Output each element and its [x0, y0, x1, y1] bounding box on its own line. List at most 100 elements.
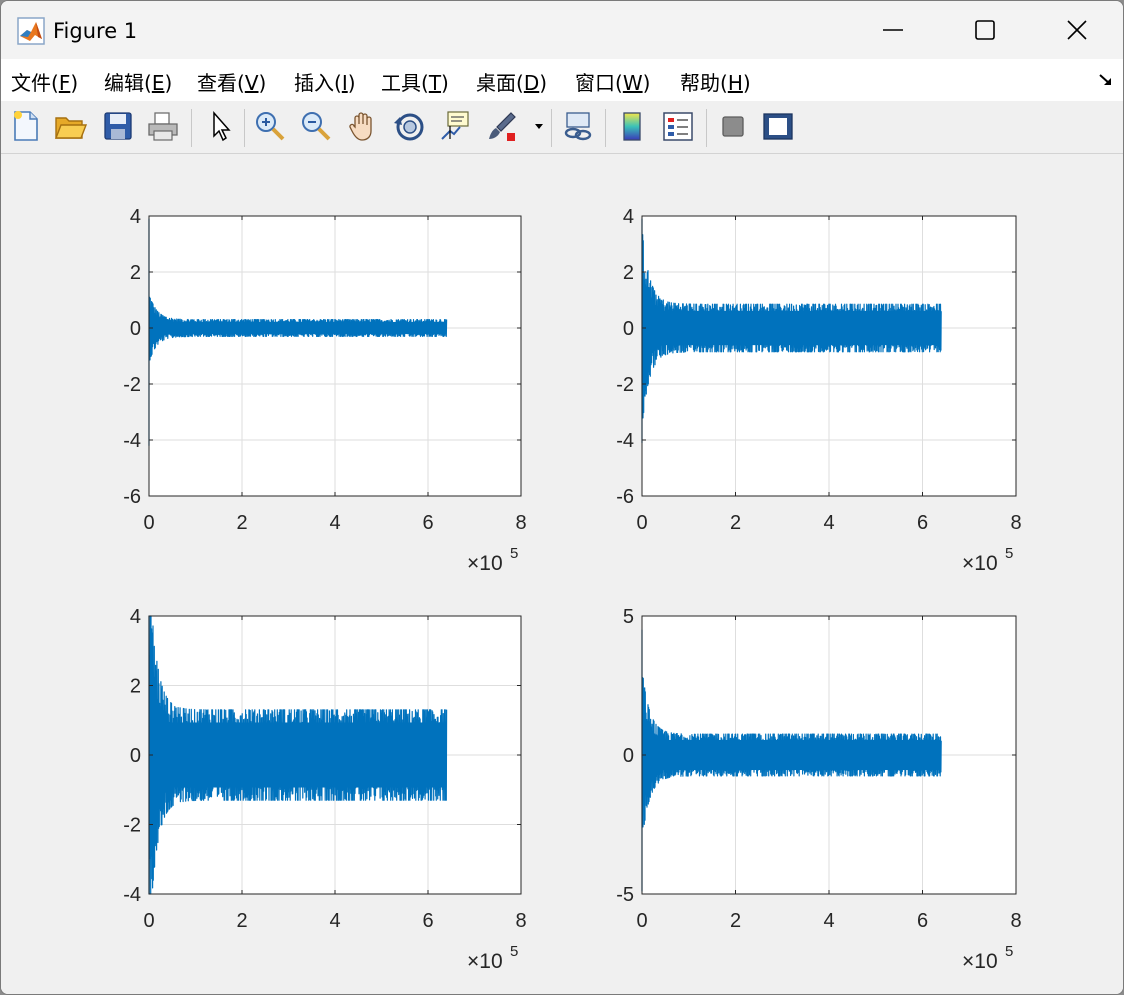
signal-band: [650, 310, 942, 346]
new-figure-button[interactable]: [9, 109, 43, 143]
menu-accelerator: D: [523, 71, 540, 95]
x-tick-label: 6: [422, 910, 433, 932]
menu-label: 编辑(: [104, 71, 152, 95]
figure-canvas[interactable]: 0 2 4 6 8 4 2 0 -2 -4 -6 ×10 5 0 2 4 6 8 4 2 0 -2 -4 -6 ×10 5 0 2 4 6…: [1, 154, 1123, 994]
x-tick-label: 6: [917, 512, 928, 534]
x-tick-label: 8: [1010, 512, 1021, 534]
pan-button[interactable]: [346, 109, 380, 143]
subplot-top-right[interactable]: 0 2 4 6 8 4 2 0 -2 -4 -6 ×10 5: [616, 206, 1021, 575]
save-button[interactable]: [101, 109, 135, 143]
x-tick-label: 4: [823, 910, 834, 932]
x-tick-label: 0: [143, 512, 154, 534]
menu-edit[interactable]: 编辑(E): [104, 67, 172, 96]
print-button[interactable]: [146, 109, 180, 143]
zoom-in-icon: [256, 112, 285, 141]
zoom-in-button[interactable]: [253, 109, 287, 143]
title-bar[interactable]: Figure 1: [1, 1, 1123, 59]
figure-toolbar: [1, 101, 1123, 154]
y-tick-label: -2: [616, 374, 634, 396]
x-tick-label: 0: [636, 512, 647, 534]
y-tick-label: 4: [130, 206, 141, 228]
y-tick-label: -6: [616, 486, 634, 508]
x-exponent-power: 5: [510, 943, 518, 960]
x-tick-label: 0: [143, 910, 154, 932]
toolbar-separator: [706, 109, 707, 147]
x-tick-label: 4: [823, 512, 834, 534]
toolbar-separator: [191, 109, 192, 147]
y-tick-label: -5: [616, 884, 634, 906]
toolbar-separator: [605, 109, 606, 147]
show-plot-tools-button[interactable]: [761, 109, 795, 143]
subplot-bottom-left[interactable]: 0 2 4 6 8 4 2 0 -2 -4 ×10 5: [123, 606, 526, 973]
menu-file[interactable]: 文件(F): [11, 67, 78, 96]
figure-window: Figure 1 文件(F) 编辑(E) 查看(V) 插入(I) 工具(T) 桌…: [0, 0, 1124, 995]
signal-band: [650, 739, 942, 771]
x-tick-label: 4: [329, 910, 340, 932]
y-tick-label: 2: [130, 262, 141, 284]
rotate-3d-button[interactable]: [392, 109, 426, 143]
menu-view[interactable]: 查看(V): [197, 67, 266, 96]
menu-suffix: ): [742, 71, 751, 95]
menu-suffix: ): [441, 71, 449, 95]
hide-plot-tools-button[interactable]: [716, 109, 750, 143]
toolbar-separator: [551, 109, 552, 147]
x-tick-label: 2: [236, 512, 247, 534]
menu-label: 插入(: [294, 71, 342, 95]
menu-suffix: ): [258, 71, 267, 95]
open-file-icon: [54, 117, 88, 139]
close-button[interactable]: [1031, 1, 1123, 59]
menu-accelerator: W: [622, 71, 643, 95]
menu-accelerator: V: [244, 71, 259, 95]
figure-plot-area[interactable]: 0 2 4 6 8 4 2 0 -2 -4 -6 ×10 5 0 2 4 6 8 4 2 0 -2 -4 -6 ×10 5 0 2 4 6…: [1, 154, 1123, 994]
menu-label: 工具(: [381, 71, 429, 95]
x-tick-label: 2: [236, 910, 247, 932]
chevron-down-icon[interactable]: [534, 121, 544, 131]
x-exponent-power: 5: [510, 545, 518, 562]
brush-button[interactable]: [485, 109, 519, 143]
signal-band: [157, 722, 447, 788]
minimize-button[interactable]: [847, 1, 939, 59]
dock-figure-icon[interactable]: [1097, 71, 1115, 89]
menu-desktop[interactable]: 桌面(D): [476, 67, 547, 96]
y-tick-label: 4: [130, 606, 141, 628]
toolbar-separator: [244, 109, 245, 147]
menu-label: 文件(: [11, 71, 59, 95]
menu-insert[interactable]: 插入(I): [294, 67, 356, 96]
menu-help[interactable]: 帮助(H): [680, 67, 751, 96]
print-icon: [148, 112, 178, 141]
zoom-out-button[interactable]: [299, 109, 333, 143]
x-tick-label: 2: [730, 512, 741, 534]
y-tick-label: 5: [623, 606, 634, 628]
menu-accelerator: E: [151, 71, 165, 95]
open-file-button[interactable]: [53, 109, 88, 143]
menu-suffix: ): [70, 71, 79, 95]
pan-hand-icon: [349, 112, 372, 141]
menu-window[interactable]: 窗口(W): [575, 67, 650, 96]
menu-label: 帮助(: [680, 71, 728, 95]
data-cursor-button[interactable]: [438, 109, 472, 143]
y-tick-label: -4: [123, 430, 141, 452]
menu-label: 查看(: [197, 71, 245, 95]
menu-accelerator: T: [428, 71, 442, 95]
subplot-bottom-right[interactable]: 0 2 4 6 850-5×10 5: [616, 606, 1021, 973]
legend-icon: [663, 112, 693, 141]
subplot-top-left[interactable]: 0 2 4 6 8 4 2 0 -2 -4 -6 ×10 5: [123, 206, 526, 575]
y-tick-label: -2: [123, 815, 141, 837]
menu-tools[interactable]: 工具(T): [381, 67, 449, 96]
signal-band: [157, 321, 447, 335]
y-tick-label: 2: [623, 262, 634, 284]
y-tick-label: 0: [130, 745, 141, 767]
y-tick-label: -6: [123, 486, 141, 508]
hide-plot-tools-icon: [722, 116, 744, 137]
edit-plot-button[interactable]: [204, 109, 238, 143]
insert-colorbar-button[interactable]: [615, 109, 649, 143]
menu-suffix: ): [347, 71, 356, 95]
zoom-out-icon: [302, 112, 331, 141]
x-tick-label: 8: [515, 512, 526, 534]
link-plot-button[interactable]: [561, 109, 595, 143]
close-icon: [1067, 20, 1087, 40]
maximize-button[interactable]: [939, 1, 1031, 59]
insert-legend-button[interactable]: [661, 109, 695, 143]
x-exponent-label: ×10: [962, 552, 998, 575]
y-tick-label: 0: [623, 318, 634, 340]
